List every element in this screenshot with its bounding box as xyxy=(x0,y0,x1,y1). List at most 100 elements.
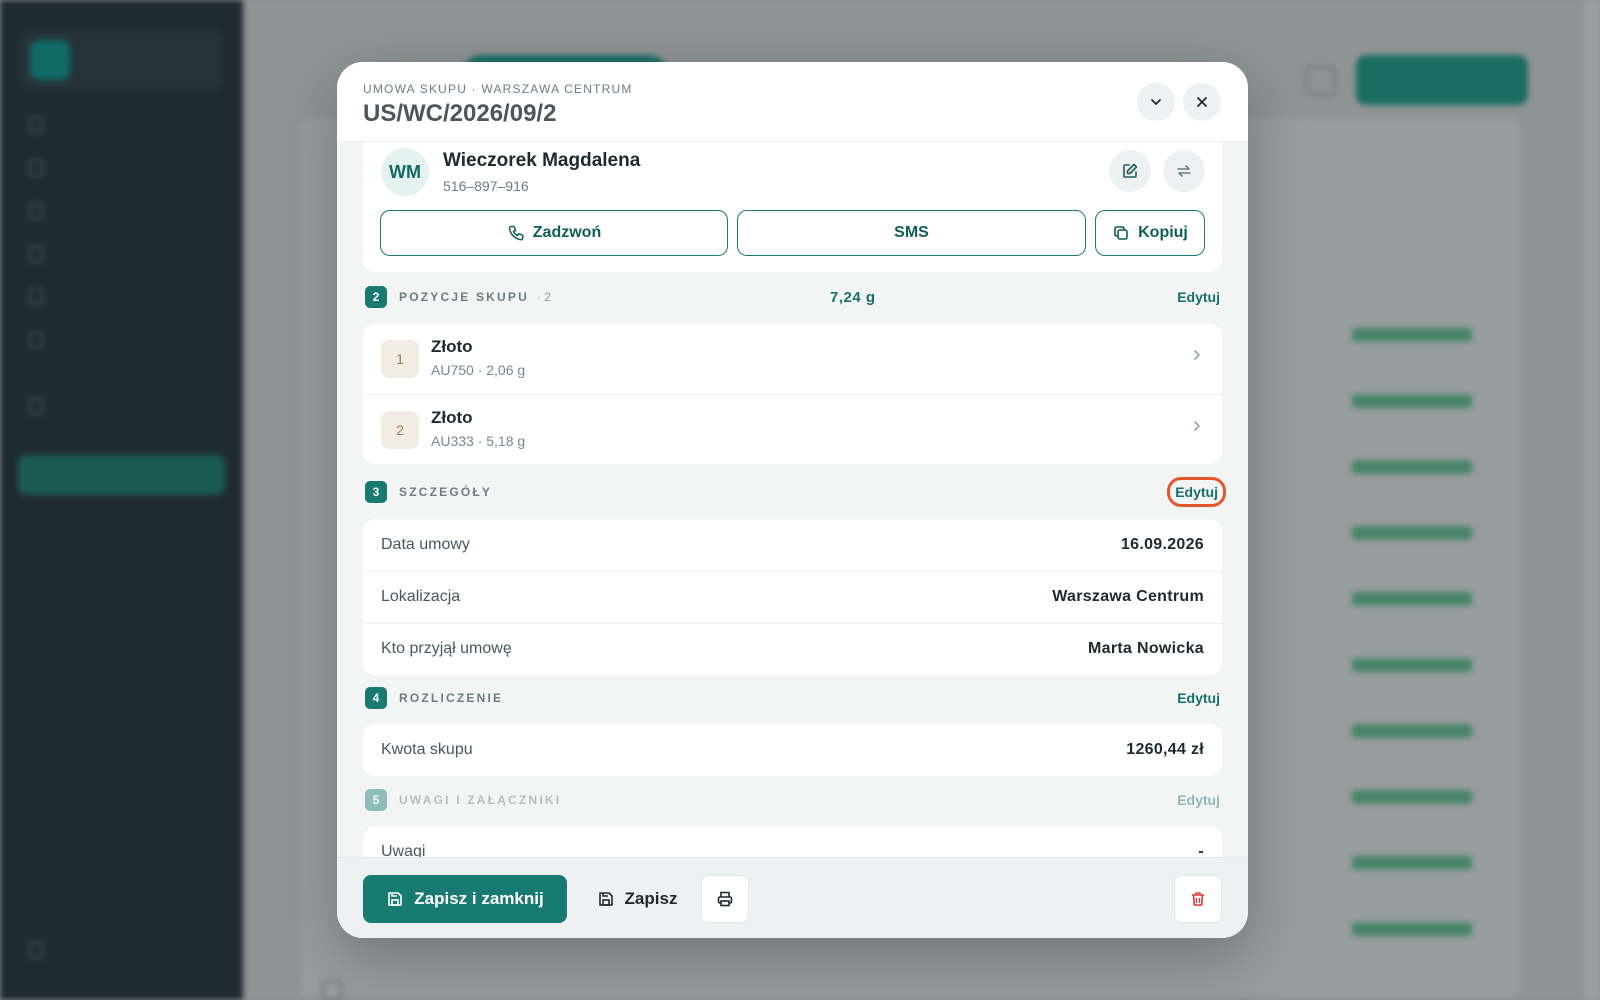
modal-body: WM Wieczorek Magdalena 516–897–916 Zadzw… xyxy=(337,142,1248,857)
save-icon xyxy=(598,892,613,906)
sidebar-item xyxy=(28,287,44,307)
detail-key: Lokalizacja xyxy=(381,588,461,605)
save-and-close-label: Zapisz i zamknij xyxy=(414,889,544,908)
nav-icon xyxy=(28,203,44,219)
save-and-close-button[interactable]: Zapisz i zamknij xyxy=(363,875,567,923)
background-amount xyxy=(1352,724,1472,738)
contract-modal: UMOWA SKUPU · WARSZAWA CENTRUM US/WC/202… xyxy=(337,62,1248,938)
settlement-value: 1260,44 zł xyxy=(1126,741,1204,758)
background-amount xyxy=(1352,592,1472,606)
page-scrollbar xyxy=(1583,0,1600,1000)
nav-icon xyxy=(28,289,44,305)
background-amount xyxy=(1352,658,1472,672)
nav-icon xyxy=(28,332,44,348)
edit-settlement-link[interactable]: Edytuj xyxy=(1177,690,1220,706)
edit-positions-link[interactable]: Edytuj xyxy=(1177,289,1220,305)
nav-icon xyxy=(28,398,44,414)
position-name: Złoto xyxy=(431,337,473,356)
edit-client-button[interactable] xyxy=(1109,150,1151,192)
positions-section-header: 2 POZYCJE SKUPU · 2 7,24 g Edytuj xyxy=(365,285,1220,309)
modal-title: US/WC/2026/09/2 xyxy=(363,100,557,127)
settlement-row: Kwota skupu 1260,44 zł xyxy=(363,724,1222,776)
section-title: UWAGI I ZAŁĄCZNIKI xyxy=(399,793,562,807)
settlement-key: Kwota skupu xyxy=(381,741,473,758)
save-icon xyxy=(388,892,403,906)
background-amount xyxy=(1352,790,1472,804)
sidebar-item xyxy=(28,396,44,416)
sms-label: SMS xyxy=(894,224,929,241)
detail-value: 16.09.2026 xyxy=(1120,536,1204,553)
sidebar-item xyxy=(28,158,44,178)
section-number: 5 xyxy=(365,789,387,811)
position-index: 1 xyxy=(381,340,419,378)
save-label: Zapisz xyxy=(624,889,678,908)
sidebar-item xyxy=(28,330,44,350)
background-amount xyxy=(1352,856,1472,870)
details-section-header: 3 SZCZEGÓŁY Edytuj xyxy=(365,477,1226,507)
close-button[interactable] xyxy=(1183,83,1221,121)
settlement-card: Kwota skupu 1260,44 zł xyxy=(363,724,1222,776)
trash-icon xyxy=(1192,892,1204,906)
detail-row: Lokalizacja Warszawa Centrum xyxy=(363,571,1222,623)
nav-icon xyxy=(28,160,44,176)
background-new-button xyxy=(1356,55,1528,105)
total-weight: 7,24 g xyxy=(830,288,876,306)
section-title: ROZLICZENIE xyxy=(399,691,504,705)
background-checkbox xyxy=(322,980,342,1000)
edit-icon xyxy=(1123,163,1138,178)
detail-row: Kto przyjął umowę Marta Nowicka xyxy=(363,623,1222,675)
position-item[interactable]: 1 Złoto AU750 · 2,06 g xyxy=(363,324,1222,394)
position-name: Złoto xyxy=(431,408,473,427)
printer-icon xyxy=(717,891,733,907)
call-label: Zadzwoń xyxy=(532,224,602,241)
sidebar-user-card xyxy=(20,30,222,90)
settlement-section-header: 4 ROZLICZENIE Edytuj xyxy=(365,686,1220,710)
background-amount xyxy=(1352,922,1472,936)
modal-header: UMOWA SKUPU · WARSZAWA CENTRUM US/WC/202… xyxy=(337,62,1248,142)
sidebar-item-active xyxy=(18,455,225,495)
detail-row: Data umowy 16.09.2026 xyxy=(363,519,1222,571)
print-button[interactable] xyxy=(701,875,749,923)
section-number: 2 xyxy=(365,286,387,308)
nav-icon xyxy=(28,117,44,133)
swap-icon xyxy=(1177,165,1191,177)
logout-icon xyxy=(28,942,44,958)
detail-key: Kto przyjął umowę xyxy=(381,640,512,657)
background-amount xyxy=(1352,394,1472,408)
positions-list: 1 Złoto AU750 · 2,06 g 2 Złoto AU333 · 5… xyxy=(363,324,1222,464)
detail-value: Warszawa Centrum xyxy=(1052,588,1204,605)
edit-notes-link[interactable]: Edytuj xyxy=(1177,792,1220,808)
call-button[interactable]: Zadzwoń xyxy=(380,210,728,256)
modal-footer: Zapisz i zamknij Zapisz xyxy=(337,857,1248,938)
background-amount xyxy=(1352,526,1472,540)
details-card: Data umowy 16.09.2026 Lokalizacja Warsza… xyxy=(363,519,1222,675)
sidebar-item xyxy=(28,115,44,135)
copy-button[interactable]: Kopiuj xyxy=(1095,210,1205,256)
client-card: WM Wieczorek Magdalena 516–897–916 Zadzw… xyxy=(363,142,1222,272)
notes-value: - xyxy=(1198,843,1204,857)
delete-button[interactable] xyxy=(1174,875,1222,923)
swap-client-button[interactable] xyxy=(1163,150,1205,192)
background-amount xyxy=(1352,460,1472,474)
nav-icon xyxy=(28,246,44,262)
position-item[interactable]: 2 Złoto AU333 · 5,18 g xyxy=(363,395,1222,465)
sidebar xyxy=(0,0,243,1000)
background-filter-icon xyxy=(1306,66,1336,96)
sidebar-item xyxy=(28,244,44,264)
chevron-right-icon xyxy=(1194,421,1200,431)
sidebar-avatar xyxy=(30,40,70,80)
section-title: SZCZEGÓŁY xyxy=(399,485,493,499)
copy-label: Kopiuj xyxy=(1138,224,1188,241)
section-number: 3 xyxy=(365,481,387,503)
collapse-button[interactable] xyxy=(1137,83,1175,121)
sidebar-item xyxy=(28,201,44,221)
save-button[interactable]: Zapisz xyxy=(577,875,697,923)
client-phone: 516–897–916 xyxy=(443,178,529,194)
section-count: · 2 xyxy=(536,290,551,304)
background-amount xyxy=(1352,328,1472,342)
copy-icon xyxy=(1114,226,1128,240)
modal-kicker: UMOWA SKUPU · WARSZAWA CENTRUM xyxy=(363,82,633,96)
chevron-down-icon xyxy=(1151,99,1161,105)
edit-details-link[interactable]: Edytuj xyxy=(1167,477,1226,507)
sms-button[interactable]: SMS xyxy=(737,210,1086,256)
